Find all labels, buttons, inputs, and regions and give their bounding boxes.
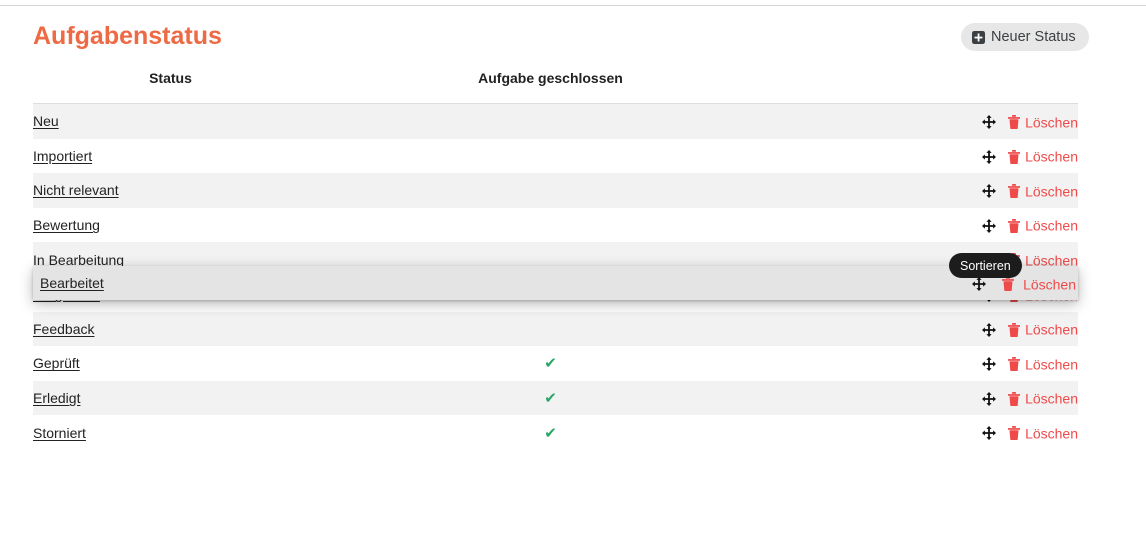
table-head: Status Aufgabe geschlossen	[33, 70, 1078, 104]
status-table: Status Aufgabe geschlossen Neu Löschen Imp…	[33, 70, 1078, 450]
trash-icon[interactable]	[1008, 357, 1021, 372]
check-icon: ✔	[544, 355, 557, 373]
dragged-row-label: Bearbeitet	[40, 275, 104, 291]
status-link[interactable]: Geprüft	[33, 355, 80, 371]
page-top-divider	[0, 5, 1146, 6]
cell-actions: Löschen	[793, 173, 1078, 208]
cell-task-closed	[308, 104, 793, 139]
table-row[interactable]: Storniert ✔ Löschen	[33, 415, 1078, 450]
new-status-button-label: Neuer Status	[991, 29, 1076, 45]
table-header-row: Status Aufgabe geschlossen	[33, 70, 1078, 104]
table-row[interactable]: Bewertung Löschen	[33, 207, 1078, 243]
move-arrows-icon[interactable]	[982, 357, 997, 372]
cell-task-closed: ✔	[308, 415, 793, 450]
sort-tooltip: Sortieren	[949, 253, 1022, 278]
cell-actions: Löschen	[793, 415, 1078, 450]
move-arrows-icon[interactable]	[982, 114, 997, 129]
status-link[interactable]: Neu	[33, 113, 59, 129]
trash-icon[interactable]	[1008, 149, 1021, 164]
status-link[interactable]: Importiert	[33, 148, 92, 164]
cell-actions: Löschen	[793, 139, 1078, 174]
delete-link[interactable]: Löschen	[1025, 149, 1078, 165]
cell-task-closed	[308, 173, 793, 208]
cell-task-closed	[308, 208, 793, 243]
move-arrows-icon[interactable]	[982, 426, 997, 441]
status-link[interactable]: Bearbeitet	[40, 275, 104, 291]
new-status-button[interactable]: Neuer Status	[961, 23, 1089, 51]
move-arrows-icon[interactable]	[982, 149, 997, 164]
cell-actions: Löschen	[793, 381, 1078, 416]
table-row[interactable]: Importiert Löschen	[33, 138, 1078, 174]
status-link[interactable]: Nicht relevant	[33, 182, 119, 198]
move-arrows-icon[interactable]	[982, 218, 997, 233]
trash-icon[interactable]	[1008, 426, 1021, 441]
table-row[interactable]: Geprüft ✔ Löschen	[33, 346, 1078, 381]
delete-link[interactable]: Löschen	[1025, 183, 1078, 199]
table-row[interactable]: Neu Löschen	[33, 103, 1078, 139]
column-header-actions	[793, 70, 1078, 104]
move-arrows-icon[interactable]	[972, 277, 987, 292]
delete-link[interactable]: Löschen	[1025, 391, 1078, 407]
status-link[interactable]: Storniert	[33, 425, 86, 441]
cell-actions: Löschen	[793, 346, 1078, 381]
cell-task-closed	[308, 139, 793, 174]
cell-task-closed: ✔	[308, 381, 793, 416]
cell-status: Importiert	[33, 139, 308, 174]
delete-link[interactable]: Löschen	[1025, 356, 1078, 372]
trash-icon[interactable]	[1008, 391, 1021, 406]
table-row[interactable]: Erledigt ✔ Löschen	[33, 380, 1078, 416]
trash-icon[interactable]	[1008, 322, 1021, 337]
delete-link[interactable]: Löschen	[1025, 114, 1078, 130]
table-row[interactable]: Feedback Löschen	[33, 311, 1078, 347]
cell-task-closed	[308, 312, 793, 347]
trash-icon[interactable]	[1008, 218, 1021, 233]
cell-status: Neu	[33, 104, 308, 139]
table-row[interactable]: Nicht relevant Löschen	[33, 173, 1078, 208]
cell-actions: Löschen	[793, 312, 1078, 347]
delete-link[interactable]: Löschen	[1025, 425, 1078, 441]
cell-status: Geprüft	[33, 346, 308, 381]
dragged-row[interactable]: Bearbeitet Löschen	[33, 266, 1078, 300]
delete-link[interactable]: Löschen	[1025, 218, 1078, 234]
check-icon: ✔	[544, 390, 557, 408]
trash-icon[interactable]	[1008, 184, 1021, 199]
cell-status: Storniert	[33, 415, 308, 450]
column-header-status: Status	[33, 70, 308, 104]
move-arrows-icon[interactable]	[982, 322, 997, 337]
cell-task-closed: ✔	[308, 346, 793, 381]
delete-link[interactable]: Löschen	[1025, 322, 1078, 338]
cell-status: Erledigt	[33, 381, 308, 416]
cell-status: Bewertung	[33, 208, 308, 243]
status-link[interactable]: Bewertung	[33, 217, 100, 233]
move-arrows-icon[interactable]	[982, 184, 997, 199]
check-icon: ✔	[544, 424, 557, 442]
page-root: Aufgabenstatus Neuer Status Status Aufga…	[0, 0, 1146, 541]
column-header-closed: Aufgabe geschlossen	[308, 70, 793, 104]
plus-square-icon	[972, 30, 985, 44]
cell-status: Nicht relevant	[33, 173, 308, 208]
trash-icon[interactable]	[1008, 114, 1021, 129]
cell-actions: Löschen	[793, 208, 1078, 243]
cell-status: Feedback	[33, 312, 308, 347]
trash-icon[interactable]	[1002, 277, 1015, 292]
move-arrows-icon[interactable]	[982, 391, 997, 406]
status-link[interactable]: Feedback	[33, 321, 94, 337]
page-title: Aufgabenstatus	[33, 22, 222, 50]
cell-actions: Löschen	[793, 104, 1078, 139]
status-link[interactable]: Erledigt	[33, 390, 80, 406]
delete-link[interactable]: Löschen	[1023, 276, 1076, 292]
